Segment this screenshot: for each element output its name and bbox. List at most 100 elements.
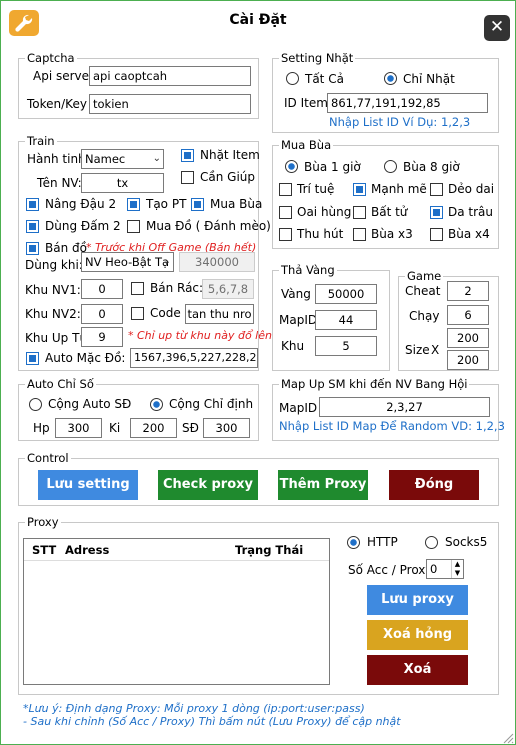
window-title: Cài Đặt <box>229 12 287 28</box>
save-proxy-button[interactable]: Lưu proxy <box>367 585 468 615</box>
control-title: Control <box>25 451 71 465</box>
column-header-address[interactable]: Adress <box>65 540 109 560</box>
bua-deo-dai-label: Dẻo dai <box>448 182 495 196</box>
all-radio[interactable] <box>286 72 299 85</box>
column-header-stt[interactable]: STT <box>32 540 56 560</box>
api-server-input[interactable]: api caoptcah <box>89 66 251 86</box>
tao-pt-checkbox[interactable] <box>127 198 140 211</box>
id-item-input[interactable]: 861,77,191,192,85 <box>327 93 488 113</box>
only-radio[interactable] <box>384 72 397 85</box>
code-input[interactable]: tan thu nro <box>185 304 254 324</box>
can-giup-label: Cần Giúp <box>200 170 256 184</box>
bua-x3-checkbox[interactable] <box>353 228 366 241</box>
socks5-radio[interactable] <box>425 536 438 549</box>
bua-bat-tu-checkbox[interactable] <box>353 206 366 219</box>
cong-auto-radio[interactable] <box>29 398 42 411</box>
ki-label: Ki <box>109 421 121 435</box>
ban-do-checkbox[interactable] <box>26 242 39 255</box>
delete-broken-button[interactable]: Xoá hỏng <box>367 620 468 650</box>
bua-8-radio[interactable] <box>384 160 397 173</box>
nhat-item-label: Nhặt Item <box>200 148 260 162</box>
bua-x3-label: Bùa x3 <box>371 227 413 241</box>
code-label: Code <box>150 306 181 320</box>
bua-oai-hung-checkbox[interactable] <box>279 206 292 219</box>
nhat-item-checkbox[interactable] <box>181 149 194 162</box>
sd-input[interactable]: 300 <box>203 418 250 438</box>
token-label: Token/Key <box>27 97 87 111</box>
map-up-mapid-input[interactable]: 2,3,27 <box>319 397 490 417</box>
chay-input[interactable]: 6 <box>447 305 489 325</box>
bua-manh-me-label: Mạnh mẽ <box>371 182 427 196</box>
size-height-input[interactable]: 200 <box>447 350 489 370</box>
khu-nv1-input[interactable]: 0 <box>81 279 123 299</box>
proxy-group: Proxy STT Adress Trạng Thái HTTP Socks5 … <box>18 515 499 695</box>
nang-dau-label: Nâng Đậu 2 <box>45 197 117 211</box>
column-header-status[interactable]: Trạng Thái <box>235 540 303 560</box>
tha-vang-mapid-input[interactable]: 44 <box>315 310 377 330</box>
vang-input[interactable]: 50000 <box>315 284 377 304</box>
note-line-1: *Lưu ý: Định dạng Proxy: Mỗi proxy 1 dòn… <box>23 702 365 715</box>
check-proxy-button[interactable]: Check proxy <box>158 470 258 500</box>
all-radio-label: Tất Cả <box>305 72 344 86</box>
auto-mac-checkbox[interactable] <box>26 352 39 365</box>
map-up-title: Map Up SM khi đến NV Bang Hội <box>279 377 470 391</box>
mua-bua-group: Mua Bùa Bùa 1 giờ Bùa 8 giờ Trí tuệ Mạnh… <box>272 138 499 249</box>
cheat-input[interactable]: 2 <box>447 281 489 301</box>
mua-do-checkbox[interactable] <box>127 220 140 233</box>
can-giup-checkbox[interactable] <box>181 171 194 184</box>
bua-manh-me-checkbox[interactable] <box>353 183 366 196</box>
nang-dau-checkbox[interactable] <box>26 198 39 211</box>
bua-deo-dai-checkbox[interactable] <box>430 183 443 196</box>
proxy-table[interactable]: STT Adress Trạng Thái <box>23 538 330 685</box>
map-up-mapid-label: MapID <box>279 401 318 415</box>
only-radio-label: Chỉ Nhặt <box>403 72 455 86</box>
captcha-group-title: Captcha <box>25 51 77 65</box>
mua-bua-title: Mua Bùa <box>279 138 334 152</box>
hp-input[interactable]: 300 <box>55 418 102 438</box>
cong-chi-dinh-radio[interactable] <box>150 398 163 411</box>
mua-bua-checkbox[interactable] <box>191 198 204 211</box>
settings-window: Cài Đặt ✕ Captcha Api server api caoptca… <box>0 0 516 745</box>
resize-grip-icon[interactable] <box>502 732 514 744</box>
delete-button[interactable]: Xoá <box>367 655 468 685</box>
tha-vang-title: Thả Vàng <box>279 263 337 277</box>
khu-nv2-input[interactable]: 0 <box>81 304 123 324</box>
http-label: HTTP <box>367 535 398 549</box>
dung-dam-checkbox[interactable] <box>26 220 39 233</box>
chevron-down-icon: ⌄ <box>152 153 161 164</box>
so-acc-stepper[interactable]: 0 ▲ ▼ <box>426 559 464 579</box>
auto-mac-input[interactable]: 1567,396,5,227,228,229 <box>130 348 258 368</box>
stepper-up-icon[interactable]: ▲ <box>451 560 463 569</box>
chay-label: Chạy <box>409 309 440 323</box>
tha-vang-mapid-label: MapID <box>279 313 318 327</box>
dung-khi-select[interactable]: NV Heo-Bật Tạ ⌄ <box>81 252 174 272</box>
stepper-down-icon[interactable]: ▼ <box>451 569 463 578</box>
bua-thu-hut-checkbox[interactable] <box>279 228 292 241</box>
bua-bat-tu-label: Bất tử <box>371 205 408 219</box>
khu-up-input[interactable]: 9 <box>81 327 123 347</box>
ban-rac-checkbox[interactable] <box>131 282 144 295</box>
add-proxy-button[interactable]: Thêm Proxy <box>278 470 368 500</box>
close-button[interactable]: Đóng <box>389 470 479 500</box>
http-radio[interactable] <box>347 536 360 549</box>
proxy-title: Proxy <box>25 515 61 529</box>
size-x-label: X <box>431 343 440 357</box>
close-icon[interactable]: ✕ <box>484 15 510 41</box>
so-acc-label: Số Acc / Proxy <box>348 563 433 577</box>
save-settings-button[interactable]: Lưu setting <box>38 470 138 500</box>
token-input[interactable]: tokien <box>89 94 251 114</box>
bua-1-radio[interactable] <box>285 160 298 173</box>
bua-tri-tue-checkbox[interactable] <box>279 183 292 196</box>
api-server-label: Api server <box>33 69 94 83</box>
bua-x4-checkbox[interactable] <box>430 228 443 241</box>
name-input[interactable]: tx <box>81 173 164 193</box>
sd-label: SĐ <box>182 421 199 435</box>
auto-chi-so-title: Auto Chỉ Số <box>25 377 96 391</box>
bua-da-trau-checkbox[interactable] <box>430 206 443 219</box>
tha-vang-khu-input[interactable]: 5 <box>315 336 377 356</box>
code-checkbox[interactable] <box>131 307 144 320</box>
vang-label: Vàng <box>281 287 311 301</box>
planet-select[interactable]: Namec ⌄ <box>81 149 164 169</box>
size-width-input[interactable]: 200 <box>447 328 489 348</box>
ki-input[interactable]: 200 <box>130 418 177 438</box>
